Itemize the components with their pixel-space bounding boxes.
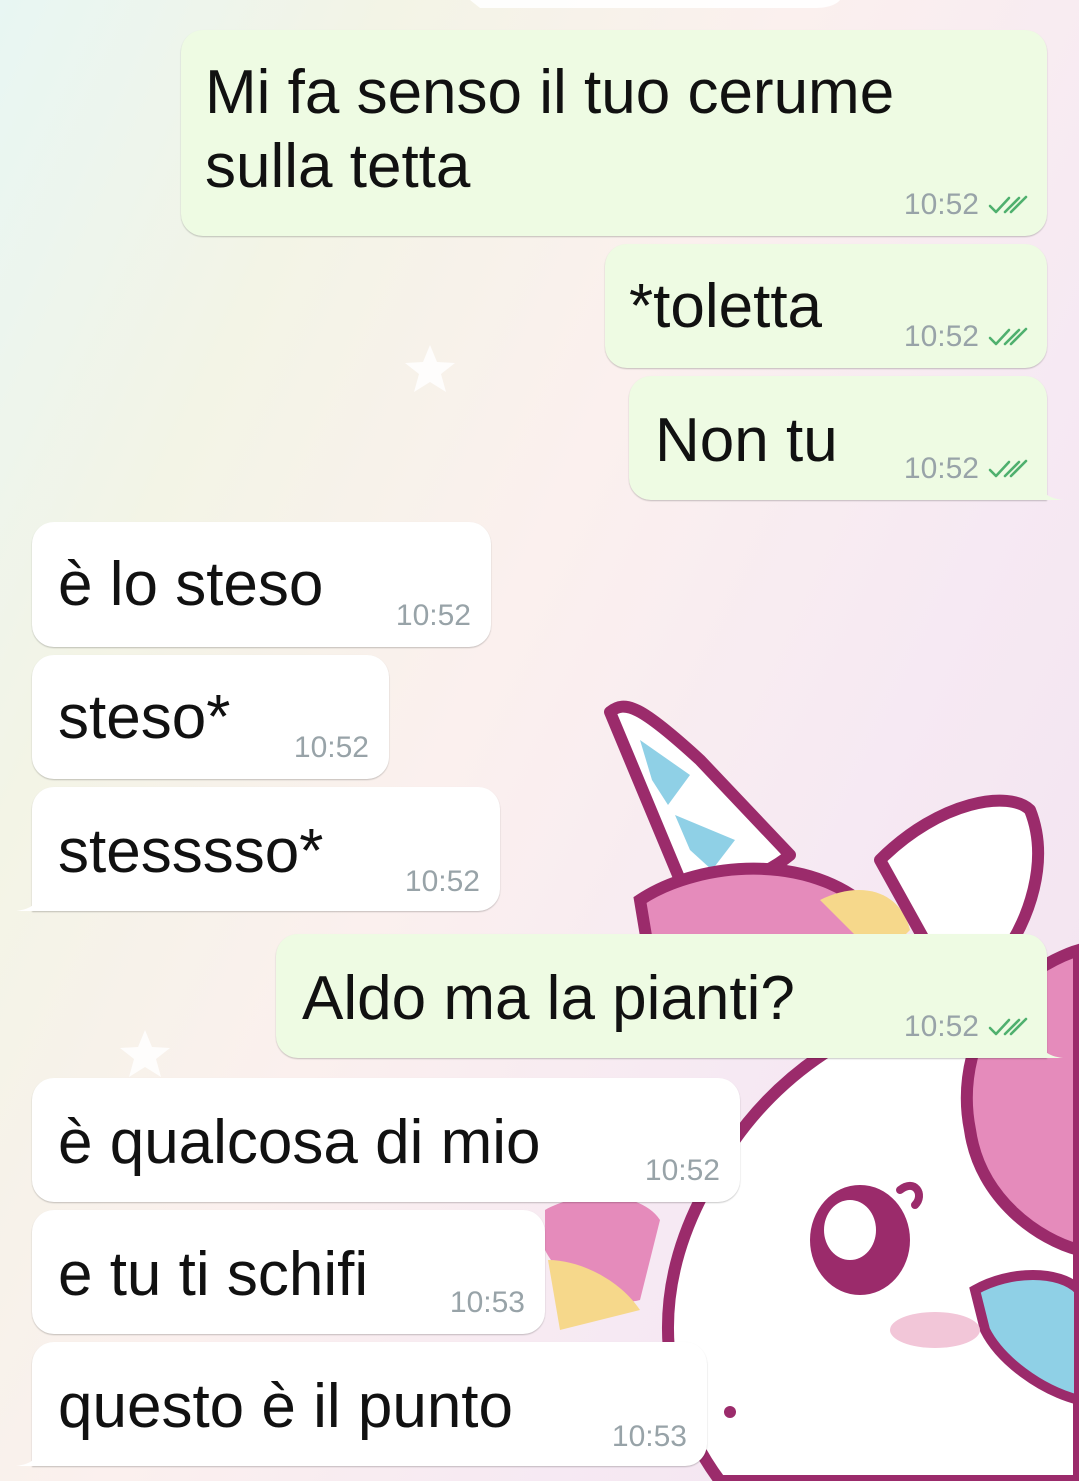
message-time: 10:53 <box>449 1286 525 1319</box>
message-time: 10:52 <box>293 731 369 764</box>
message-bubble-outgoing[interactable]: Aldo ma la pianti? 10:52 <box>276 934 1063 1058</box>
unicorn-horn <box>604 700 796 895</box>
message-text: è lo steso <box>58 550 324 619</box>
message-text: questo è il punto <box>58 1372 514 1441</box>
message-time: 10:52 <box>903 320 979 353</box>
message-time: 10:52 <box>644 1154 720 1187</box>
double-check-icon <box>988 327 1028 346</box>
message-bubble-outgoing[interactable]: *toletta 10:52 <box>605 244 1047 368</box>
double-check-icon <box>988 195 1028 214</box>
message-bubble-incoming[interactable]: steso* 10:52 <box>32 655 389 779</box>
message-time: 10:53 <box>611 1420 687 1453</box>
double-check-icon <box>988 459 1028 478</box>
message-bubble-incoming[interactable]: è qualcosa di mio 10:52 <box>32 1078 740 1202</box>
message-time: 10:52 <box>395 599 471 632</box>
message-text: è qualcosa di mio <box>58 1108 541 1177</box>
message-bubble-outgoing[interactable]: Non tu 10:52 <box>629 376 1063 500</box>
message-bubble-incoming[interactable]: e tu ti schifi 10:53 <box>32 1210 545 1334</box>
star-decoration <box>120 1030 170 1077</box>
bubble-tail <box>1037 1038 1063 1058</box>
message-time: 10:52 <box>404 865 480 898</box>
message-time: 10:52 <box>903 188 979 221</box>
bubble-tail <box>1037 480 1063 500</box>
bubble-tail <box>16 891 42 911</box>
star-decoration <box>405 345 455 392</box>
message-time: 10:52 <box>903 1010 979 1043</box>
message-bubble-incoming[interactable]: questo è il punto 10:53 <box>16 1342 707 1466</box>
message-bubble-incoming[interactable]: è lo steso 10:52 <box>32 522 491 647</box>
message-text: Non tu <box>655 406 838 475</box>
message-text: steso* <box>58 683 231 752</box>
message-text: Mi fa senso il tuo cerume sulla tetta <box>205 58 895 201</box>
double-check-icon <box>988 1017 1028 1036</box>
message-text: stesssso* <box>58 817 324 886</box>
message-text: *toletta <box>629 272 823 341</box>
bubble-tail <box>16 1446 42 1466</box>
message-text: e tu ti schifi <box>58 1240 369 1309</box>
message-time: 10:52 <box>903 452 979 485</box>
message-text: Aldo ma la pianti? <box>302 964 795 1033</box>
message-bubble-outgoing[interactable]: Mi fa senso il tuo cerume sulla tetta 10… <box>181 30 1047 236</box>
message-bubble-incoming[interactable]: stesssso* 10:52 <box>16 787 500 911</box>
